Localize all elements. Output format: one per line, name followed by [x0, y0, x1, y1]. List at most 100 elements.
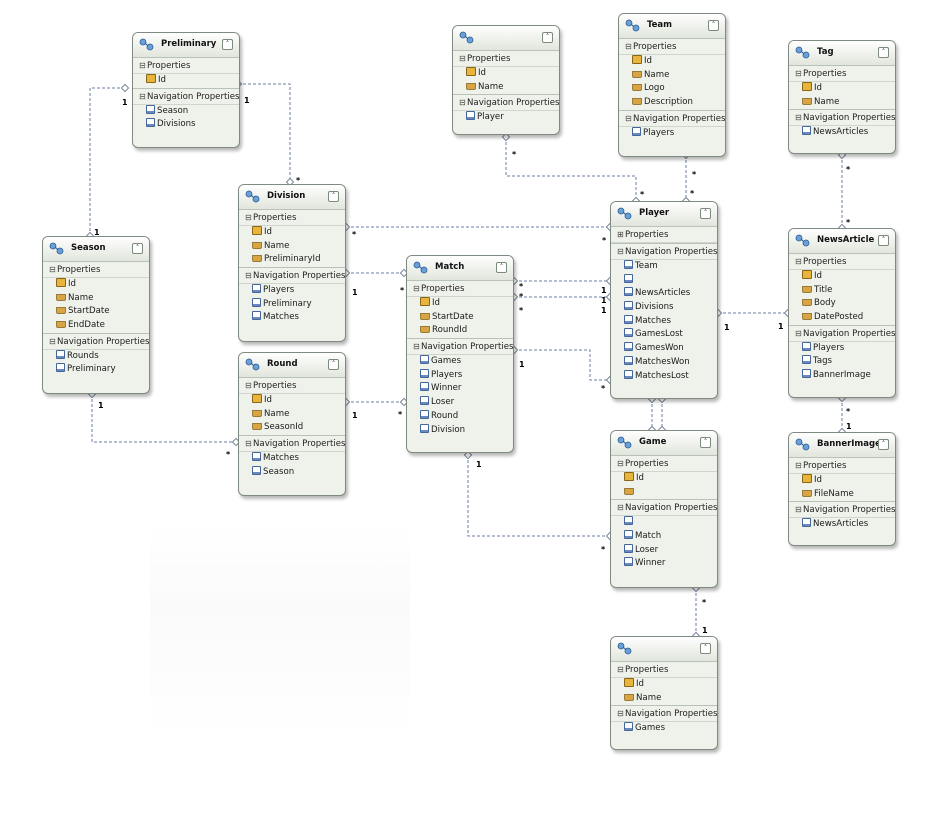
- property-row[interactable]: SeasonId: [239, 421, 345, 435]
- navigation-property-row[interactable]: Players: [789, 341, 895, 356]
- navigation-section-header[interactable]: ⊟Navigation Properties: [611, 243, 717, 260]
- entity-header[interactable]: Season ˄: [43, 237, 149, 262]
- collapse-icon[interactable]: ˄: [708, 20, 719, 31]
- collapse-icon[interactable]: ˄: [878, 439, 889, 450]
- entity-bottom-unnamed[interactable]: ˄ ⊟Properties Id Name ⊟Navigation Properties…: [610, 636, 718, 750]
- navigation-property-row[interactable]: Matches: [239, 311, 345, 325]
- navigation-section-header[interactable]: ⊟Navigation Properties: [407, 338, 513, 356]
- entity-preliminary[interactable]: Preliminary ˄ ⊟Properties Id ⊟Navigation Pro…: [132, 32, 240, 148]
- navigation-property-row[interactable]: Loser: [611, 543, 717, 558]
- navigation-property-row[interactable]: Matches: [611, 314, 717, 329]
- navigation-section-header[interactable]: ⊟Navigation Properties: [789, 324, 895, 342]
- property-row[interactable]: Id: [789, 270, 895, 284]
- entity-header[interactable]: BannerImage ˄: [789, 433, 895, 458]
- entity-header[interactable]: Team ˄: [619, 14, 725, 39]
- properties-section-header[interactable]: ⊟Properties: [133, 58, 239, 74]
- property-row[interactable]: Id: [789, 82, 895, 96]
- properties-section-header[interactable]: ⊟Properties: [453, 51, 559, 67]
- collapse-icon[interactable]: ˄: [878, 47, 889, 58]
- navigation-property-row[interactable]: MatchesLost: [611, 369, 717, 384]
- properties-section-header[interactable]: ⊟Properties: [789, 458, 895, 474]
- entity-header[interactable]: Round ˄: [239, 353, 345, 378]
- navigation-section-header[interactable]: ⊟Navigation Properties: [133, 87, 239, 105]
- collapse-icon[interactable]: ˄: [700, 208, 711, 219]
- property-row[interactable]: Name: [453, 81, 559, 95]
- navigation-section-header[interactable]: ⊟Navigation Properties: [789, 109, 895, 127]
- entity-player[interactable]: Player ˄ ⊞Properties ⊟Navigation Properties…: [610, 201, 718, 399]
- property-row[interactable]: Name: [239, 408, 345, 422]
- entity-header[interactable]: ˄: [611, 637, 717, 662]
- property-row[interactable]: Name: [43, 292, 149, 306]
- navigation-property-row[interactable]: NewsArticles: [789, 126, 895, 140]
- association-line[interactable]: [467, 455, 610, 537]
- collapse-icon[interactable]: ˄: [496, 262, 507, 273]
- property-row[interactable]: Id: [611, 472, 717, 486]
- navigation-section-header[interactable]: ⊟Navigation Properties: [453, 94, 559, 112]
- property-row[interactable]: Name: [789, 96, 895, 110]
- properties-section-header[interactable]: ⊟Properties: [239, 210, 345, 226]
- navigation-property-row[interactable]: Tags: [789, 355, 895, 369]
- navigation-property-row[interactable]: Divisions: [133, 118, 239, 132]
- navigation-section-header[interactable]: ⊟Navigation Properties: [611, 499, 717, 517]
- properties-section-header[interactable]: ⊟Properties: [611, 456, 717, 472]
- navigation-property-row[interactable]: BannerImage: [789, 369, 895, 383]
- navigation-property-row[interactable]: Rounds: [43, 349, 149, 364]
- properties-section-header[interactable]: ⊟Properties: [239, 378, 345, 394]
- collapse-icon[interactable]: ˄: [700, 643, 711, 654]
- association-line[interactable]: [505, 137, 637, 201]
- entity-game[interactable]: Game ˄ ⊟Properties Id ⊟Navigation Properties…: [610, 430, 718, 588]
- navigation-property-row[interactable]: Players: [239, 284, 345, 298]
- properties-section-header[interactable]: ⊟Properties: [789, 66, 895, 82]
- navigation-section-header[interactable]: ⊟Navigation Properties: [611, 705, 717, 723]
- navigation-section-header[interactable]: ⊟Navigation Properties: [789, 501, 895, 519]
- navigation-property-row[interactable]: Winner: [407, 382, 513, 396]
- property-row[interactable]: PreliminaryId: [239, 253, 345, 267]
- property-row[interactable]: StartDate: [43, 305, 149, 319]
- collapse-icon[interactable]: ˄: [328, 191, 339, 202]
- navigation-property-row[interactable]: Winner: [611, 557, 717, 571]
- collapse-icon[interactable]: ˄: [878, 235, 889, 246]
- properties-section-header[interactable]: ⊟Properties: [789, 254, 895, 270]
- property-row[interactable]: Id: [407, 297, 513, 311]
- navigation-property-row[interactable]: Round: [407, 409, 513, 424]
- collapse-icon[interactable]: ˄: [700, 437, 711, 448]
- navigation-property-row[interactable]: GamesLost: [611, 328, 717, 342]
- properties-section-header[interactable]: ⊟Properties: [43, 262, 149, 278]
- property-row[interactable]: Id: [453, 67, 559, 81]
- navigation-property-row[interactable]: Season: [239, 465, 345, 480]
- entity-round[interactable]: Round ˄ ⊟Properties Id Name SeasonId ⊟Navigati…: [238, 352, 346, 496]
- property-row[interactable]: [611, 486, 717, 500]
- navigation-property-row[interactable]: Preliminary: [239, 297, 345, 312]
- property-row[interactable]: Name: [611, 692, 717, 706]
- entity-header[interactable]: Division ˄: [239, 185, 345, 210]
- property-row[interactable]: StartDate: [407, 311, 513, 325]
- property-row[interactable]: Id: [789, 474, 895, 488]
- entity-top-unnamed[interactable]: ˄ ⊟Properties Id Name ⊟Navigation Properties…: [452, 25, 560, 135]
- properties-section-header[interactable]: ⊟Properties: [407, 281, 513, 297]
- navigation-property-row[interactable]: Players: [619, 126, 725, 141]
- entity-header[interactable]: Preliminary ˄: [133, 33, 239, 58]
- navigation-property-row[interactable]: Match: [611, 530, 717, 544]
- property-row[interactable]: Id: [133, 74, 239, 88]
- navigation-property-row[interactable]: Team: [611, 260, 717, 274]
- entity-header[interactable]: Game ˄: [611, 431, 717, 456]
- property-row[interactable]: Logo: [619, 82, 725, 96]
- navigation-property-row[interactable]: Matches: [239, 452, 345, 466]
- navigation-section-header[interactable]: ⊟Navigation Properties: [619, 109, 725, 127]
- property-row[interactable]: Id: [611, 678, 717, 692]
- property-row[interactable]: EndDate: [43, 319, 149, 333]
- property-row[interactable]: Description: [619, 96, 725, 110]
- property-row[interactable]: FileName: [789, 488, 895, 502]
- navigation-property-row[interactable]: Loser: [407, 396, 513, 410]
- entity-header[interactable]: NewsArticle ˄: [789, 229, 895, 254]
- entity-header[interactable]: ˄: [453, 26, 559, 51]
- collapse-icon[interactable]: ˄: [542, 32, 553, 43]
- navigation-property-row[interactable]: [611, 516, 717, 530]
- navigation-property-row[interactable]: Games: [407, 355, 513, 369]
- collapse-icon[interactable]: ˄: [328, 359, 339, 370]
- property-row[interactable]: RoundId: [407, 324, 513, 338]
- properties-section-header[interactable]: ⊟Properties: [611, 662, 717, 678]
- entity-header[interactable]: Tag ˄: [789, 41, 895, 66]
- entity-banner-image[interactable]: BannerImage ˄ ⊟Properties Id FileName ⊟Naviga…: [788, 432, 896, 546]
- navigation-property-row[interactable]: NewsArticles: [611, 287, 717, 301]
